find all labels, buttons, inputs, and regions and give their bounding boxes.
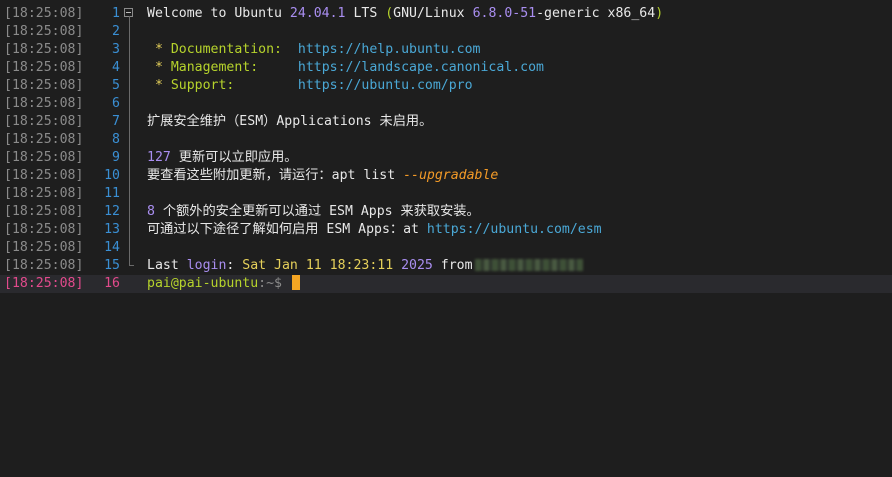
- text-segment[interactable]: https://landscape.canonical.com: [298, 60, 544, 75]
- line-content: 127 更新可以立即应用。: [147, 149, 892, 167]
- line-timestamp: [18:25:08]: [4, 132, 84, 147]
- line-number: 4: [112, 60, 120, 75]
- text-segment: login: [186, 258, 227, 273]
- line-timestamp: [18:25:08]: [4, 222, 84, 237]
- line-number: 5: [112, 78, 120, 93]
- line-number: 8: [112, 132, 120, 147]
- line-content: Welcome to Ubuntu 24.04.1 LTS (GNU/Linux…: [147, 5, 892, 23]
- terminal-line: [18:25:08] 10 要查看这些附加更新，请运行：apt list --upg…: [0, 167, 892, 185]
- text-segment: 可通过以下途径了解如何启用 ESM Apps：at: [147, 222, 427, 237]
- terminal-line: [18:25:08] 4 * Management: https://landsc…: [0, 59, 892, 77]
- terminal-line: [18:25:08] 8: [0, 131, 892, 149]
- text-segment: Documentation:: [170, 42, 298, 57]
- text-segment: 2025: [401, 258, 433, 273]
- text-segment: *: [147, 42, 171, 57]
- text-segment: *: [147, 78, 171, 93]
- text-segment: -generic x86_64: [536, 6, 656, 21]
- line-timestamp: [18:25:08]: [4, 78, 84, 93]
- line-timestamp: [18:25:08]: [4, 150, 84, 165]
- line-content: 扩展安全维护（ESM）Applications 未启用。: [147, 113, 892, 131]
- line-timestamp: [18:25:08]: [4, 114, 84, 129]
- line-timestamp: [18:25:08]: [4, 240, 84, 255]
- text-segment: *: [147, 60, 171, 75]
- line-number: 11: [104, 186, 120, 201]
- line-number: 6: [112, 96, 120, 111]
- text-segment: LTS: [345, 6, 386, 21]
- text-segment: Last: [147, 258, 187, 273]
- text-segment: Management:: [170, 60, 298, 75]
- line-number: 14: [104, 240, 120, 255]
- text-segment: Support:: [170, 78, 298, 93]
- line-timestamp: [18:25:08]: [4, 258, 84, 273]
- line-timestamp: [18:25:08]: [4, 96, 84, 111]
- text-segment: (: [385, 6, 394, 21]
- line-content: 要查看这些附加更新，请运行：apt list --upgradable: [147, 167, 892, 185]
- terminal-line: [18:25:08] 7 扩展安全维护（ESM）Applications 未启用。: [0, 113, 892, 131]
- text-segment: from: [432, 258, 473, 273]
- terminal-view[interactable]: [18:25:08] 1 Welcome to Ubuntu 24.04.1 LTS…: [0, 0, 892, 477]
- text-segment: 更新可以立即应用。: [170, 150, 298, 165]
- line-timestamp: [18:25:08]: [4, 276, 84, 291]
- terminal-line-current: [18:25:08] 16 pai@pai-ubuntu:~$: [0, 275, 892, 293]
- line-number: 3: [112, 42, 120, 57]
- terminal-line: [18:25:08] 13 可通过以下途径了解如何启用 ESM Apps：at ht…: [0, 221, 892, 239]
- line-content: * Management: https://landscape.canonica…: [147, 59, 892, 77]
- line-number: 13: [104, 222, 120, 237]
- line-number: 9: [112, 150, 120, 165]
- line-number: 7: [112, 114, 120, 129]
- line-content: Last login: Sat Jan 11 18:23:11 2025 fro…: [147, 257, 892, 275]
- line-number: 16: [104, 276, 120, 291]
- line-number: 15: [104, 258, 120, 273]
- text-segment: --upgradable: [403, 168, 499, 183]
- line-number: 2: [112, 24, 120, 39]
- text-segment: 扩展安全维护（ESM）Applications 未启用。: [147, 114, 433, 129]
- text-segment: pai@pai-ubuntu: [147, 276, 259, 291]
- terminal-line: [18:25:08] 12 8 个额外的安全更新可以通过 ESM Apps 来获取安…: [0, 203, 892, 221]
- line-timestamp: [18:25:08]: [4, 24, 84, 39]
- line-content: pai@pai-ubuntu:~$: [147, 275, 892, 293]
- text-segment: :: [226, 258, 243, 273]
- redacted-ip-address: [474, 259, 583, 271]
- text-segment[interactable]: https://ubuntu.com/esm: [427, 222, 602, 237]
- terminal-line: [18:25:08] 6: [0, 95, 892, 113]
- text-segment[interactable]: https://ubuntu.com/pro: [298, 78, 473, 93]
- terminal-line: [18:25:08] 11: [0, 185, 892, 203]
- line-timestamp: [18:25:08]: [4, 42, 84, 57]
- terminal-line: [18:25:08] 14: [0, 239, 892, 257]
- line-content: * Support: https://ubuntu.com/pro: [147, 77, 892, 95]
- line-timestamp: [18:25:08]: [4, 186, 84, 201]
- text-cursor[interactable]: [291, 275, 300, 290]
- line-timestamp: [18:25:08]: [4, 6, 84, 21]
- text-segment: :~$: [258, 276, 290, 291]
- terminal-line: [18:25:08] 5 * Support: https://ubuntu.co…: [0, 77, 892, 95]
- terminal-line: [18:25:08] 3 * Documentation: https://hel…: [0, 41, 892, 59]
- text-segment: 要查看这些附加更新，请运行：apt list: [147, 168, 404, 183]
- line-timestamp: [18:25:08]: [4, 60, 84, 75]
- text-segment: Welcome to Ubuntu: [147, 6, 290, 21]
- terminal-line: [18:25:08] 15 Last login: Sat Jan 11 18:23…: [0, 257, 892, 275]
- text-segment: GNU/Linux: [393, 6, 473, 21]
- terminal-line: [18:25:08] 9 127 更新可以立即应用。: [0, 149, 892, 167]
- line-number: 10: [104, 168, 120, 183]
- line-number: 12: [104, 204, 120, 219]
- line-timestamp: [18:25:08]: [4, 168, 84, 183]
- text-segment[interactable]: https://help.ubuntu.com: [298, 42, 481, 57]
- text-segment: 6.8.0-51: [472, 6, 537, 21]
- text-segment: 个额外的安全更新可以通过 ESM Apps 来获取安装。: [154, 204, 480, 219]
- text-segment: 24.04.1: [289, 6, 346, 21]
- text-segment: 127: [147, 150, 171, 165]
- line-content: 可通过以下途径了解如何启用 ESM Apps：at https://ubuntu…: [147, 221, 892, 239]
- text-segment: Sat Jan 11 18:23:11: [242, 258, 402, 273]
- text-segment: 8: [147, 204, 155, 219]
- line-content: * Documentation: https://help.ubuntu.com: [147, 41, 892, 59]
- line-number: 1: [112, 6, 120, 21]
- terminal-line: [18:25:08] 2: [0, 23, 892, 41]
- terminal-line: [18:25:08] 1 Welcome to Ubuntu 24.04.1 LTS…: [0, 5, 892, 23]
- line-content: 8 个额外的安全更新可以通过 ESM Apps 来获取安装。: [147, 203, 892, 221]
- line-timestamp: [18:25:08]: [4, 204, 84, 219]
- text-segment: ): [655, 6, 664, 21]
